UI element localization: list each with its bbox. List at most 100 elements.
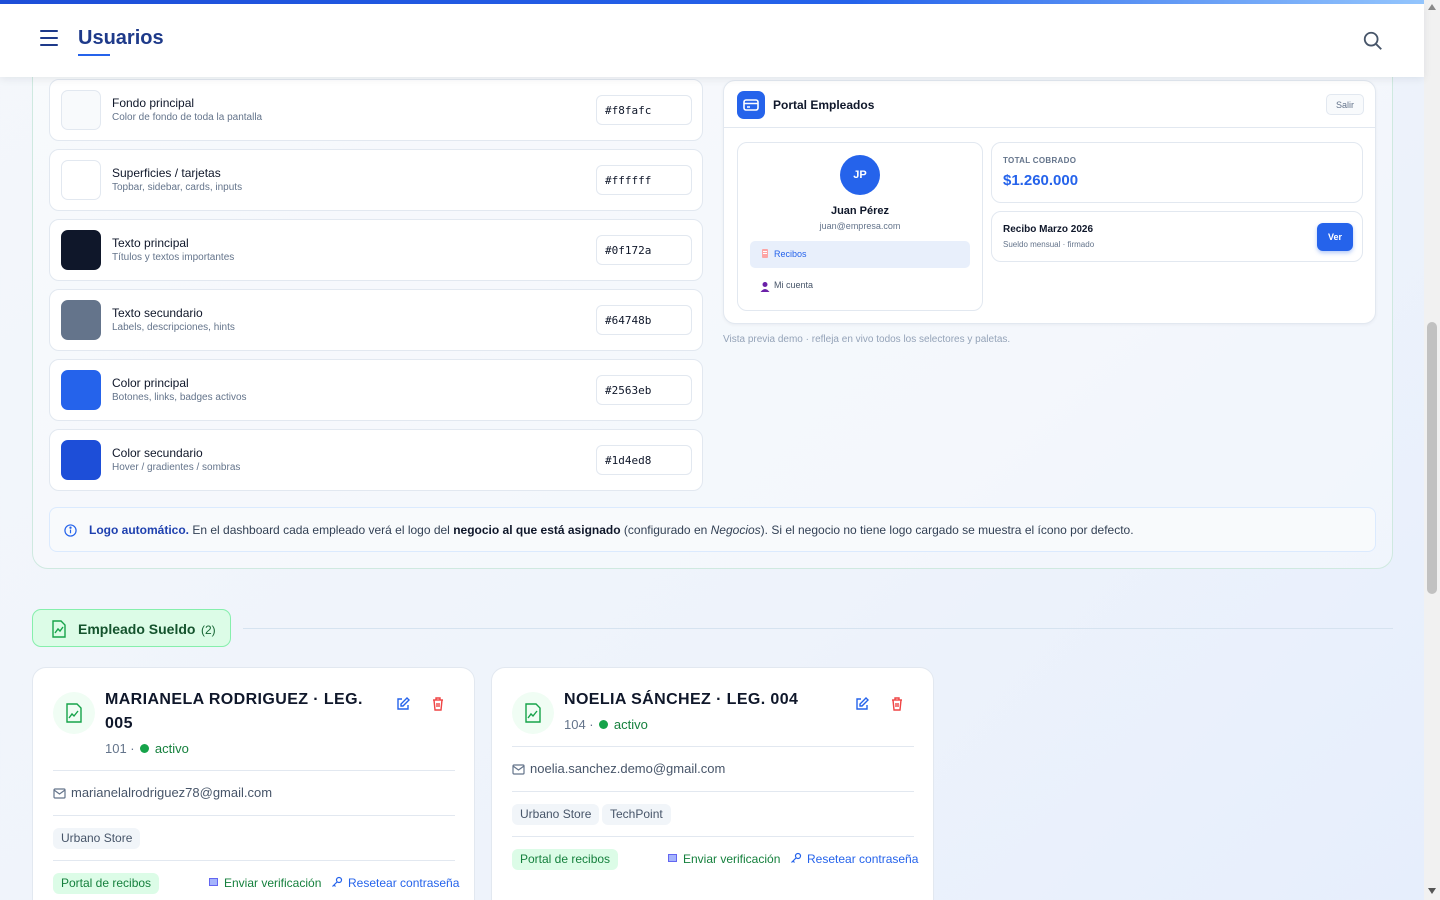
color-hex-input[interactable] xyxy=(596,445,692,475)
info-bold: negocio al que está asignado xyxy=(453,523,621,537)
page-title: Usuarios xyxy=(78,27,164,56)
document-chart-icon xyxy=(53,692,95,734)
color-label: Superficies / tarjetas xyxy=(112,166,221,180)
send-verification-link[interactable]: Enviar verificación xyxy=(668,852,780,866)
user-card: MARIANELA RODRIGUEZ · LEG. 005 101 · act… xyxy=(32,667,475,900)
info-box: Logo automático. En el dashboard cada em… xyxy=(49,507,1376,552)
user-status-line: 104 · activo xyxy=(564,717,648,732)
color-hex-input[interactable] xyxy=(596,375,692,405)
color-swatch[interactable] xyxy=(61,90,101,130)
color-swatch[interactable] xyxy=(61,160,101,200)
receipt-title: Recibo Marzo 2026 xyxy=(1003,224,1094,235)
color-row-principal: Color principal Botones, links, badges a… xyxy=(49,359,703,421)
view-receipt-button[interactable]: Ver xyxy=(1317,223,1353,251)
color-swatch[interactable] xyxy=(61,370,101,410)
color-description: Topbar, sidebar, cards, inputs xyxy=(112,182,243,193)
link-label: Resetear contraseña xyxy=(807,852,919,866)
trash-icon[interactable] xyxy=(889,696,905,712)
color-row-fondo: Fondo principal Color de fondo de toda l… xyxy=(49,79,703,141)
divider xyxy=(512,791,914,792)
divider xyxy=(53,815,455,816)
status-dot xyxy=(599,720,609,729)
status-badge: activo xyxy=(613,717,648,732)
group-count: (2) xyxy=(201,623,216,637)
portal-preview: Portal Empleados Salir JP Juan Pérez jua… xyxy=(723,80,1376,324)
document-chart-icon xyxy=(52,620,66,638)
divider xyxy=(53,770,455,771)
employee-email: juan@empresa.com xyxy=(819,221,901,231)
color-label: Color secundario xyxy=(112,446,203,460)
link-label: Enviar verificación xyxy=(224,876,322,890)
reset-password-link[interactable]: Resetear contraseña xyxy=(790,852,918,866)
edit-icon[interactable] xyxy=(854,696,870,712)
user-email: marianelalrodriguez78@gmail.com xyxy=(71,785,273,800)
avatar: JP xyxy=(840,155,880,195)
color-description: Hover / gradientes / sombras xyxy=(112,462,241,473)
color-hex-input[interactable] xyxy=(596,95,692,125)
receipt-subtitle: Sueldo mensual · firmado xyxy=(1003,240,1095,249)
color-hex-input[interactable] xyxy=(596,235,692,265)
info-text-part: En el dashboard cada empleado verá el lo… xyxy=(189,523,454,537)
nav-item-label: Mi cuenta xyxy=(774,280,814,290)
scrollbar-thumb[interactable] xyxy=(1427,322,1437,594)
color-hex-input[interactable] xyxy=(596,305,692,335)
nav-item-recibos[interactable]: Recibos xyxy=(750,241,970,268)
business-tag: Urbano Store xyxy=(512,804,600,825)
user-code: 104 · xyxy=(564,717,598,732)
info-icon xyxy=(64,524,77,537)
scroll-up-arrow-icon[interactable] xyxy=(1428,4,1436,10)
info-text: Logo automático. En el dashboard cada em… xyxy=(89,523,1134,537)
key-icon xyxy=(332,876,343,887)
group-pill-empleado-sueldo[interactable]: Empleado Sueldo (2) xyxy=(32,609,231,647)
color-row-secundario: Color secundario Hover / gradientes / so… xyxy=(49,429,703,491)
user-name: NOELIA SÁNCHEZ · LEG. 004 xyxy=(564,691,799,708)
total-card: TOTAL COBRADO $1.260.000 xyxy=(991,142,1363,203)
reset-password-link[interactable]: Resetear contraseña xyxy=(331,876,459,890)
status-badge: activo xyxy=(154,741,189,756)
color-description: Botones, links, badges activos xyxy=(112,392,247,403)
envelope-icon xyxy=(209,878,218,886)
business-tag: Urbano Store xyxy=(53,828,141,849)
color-swatch[interactable] xyxy=(61,300,101,340)
edit-icon[interactable] xyxy=(395,696,411,712)
preview-title: Portal Empleados xyxy=(773,98,875,112)
send-verification-link[interactable]: Enviar verificación xyxy=(209,876,321,890)
link-label: Resetear contraseña xyxy=(348,876,460,890)
status-dot xyxy=(140,744,150,753)
credit-card-icon xyxy=(737,91,765,119)
user-status-line: 101 · activo xyxy=(105,741,189,756)
user-icon xyxy=(760,282,770,292)
total-label: TOTAL COBRADO xyxy=(1003,156,1077,165)
divider xyxy=(53,860,455,861)
mail-icon xyxy=(512,764,525,775)
key-icon xyxy=(791,852,802,863)
user-card: NOELIA SÁNCHEZ · LEG. 004 104 · activo n… xyxy=(491,667,934,900)
document-chart-icon xyxy=(512,692,554,734)
color-description: Títulos y textos importantes xyxy=(112,252,235,263)
divider xyxy=(512,836,914,837)
preview-caption: Vista previa demo · refleja en vivo todo… xyxy=(723,334,1011,345)
business-tag: TechPoint xyxy=(602,804,671,825)
scroll-down-arrow-icon[interactable] xyxy=(1428,888,1436,894)
hamburger-menu-icon[interactable] xyxy=(40,30,58,46)
search-icon[interactable] xyxy=(1362,30,1384,52)
total-value: $1.260.000 xyxy=(1003,172,1079,189)
info-text-part: ). Si el negocio no tiene logo cargado s… xyxy=(760,523,1134,537)
logout-button[interactable]: Salir xyxy=(1326,94,1364,115)
scrollbar[interactable] xyxy=(1424,0,1440,900)
color-swatch[interactable] xyxy=(61,440,101,480)
nav-item-label: Recibos xyxy=(774,249,807,259)
color-description: Color de fondo de toda la pantalla xyxy=(112,112,263,123)
color-swatch[interactable] xyxy=(61,230,101,270)
color-label: Fondo principal xyxy=(112,96,195,110)
receipt-icon xyxy=(762,249,768,258)
user-name: MARIANELA RODRIGUEZ · LEG. 005 xyxy=(105,691,363,732)
color-hex-input[interactable] xyxy=(596,165,692,195)
nav-item-mi-cuenta[interactable]: Mi cuenta xyxy=(750,274,970,298)
trash-icon[interactable] xyxy=(430,696,446,712)
color-row-superficies: Superficies / tarjetas Topbar, sidebar, … xyxy=(49,149,703,211)
color-row-texto-secundario: Texto secundario Labels, descripciones, … xyxy=(49,289,703,351)
receipt-card: Recibo Marzo 2026 Sueldo mensual · firma… xyxy=(991,211,1363,262)
info-italic: Negocios xyxy=(710,523,761,537)
employee-name: Juan Pérez xyxy=(830,205,890,217)
